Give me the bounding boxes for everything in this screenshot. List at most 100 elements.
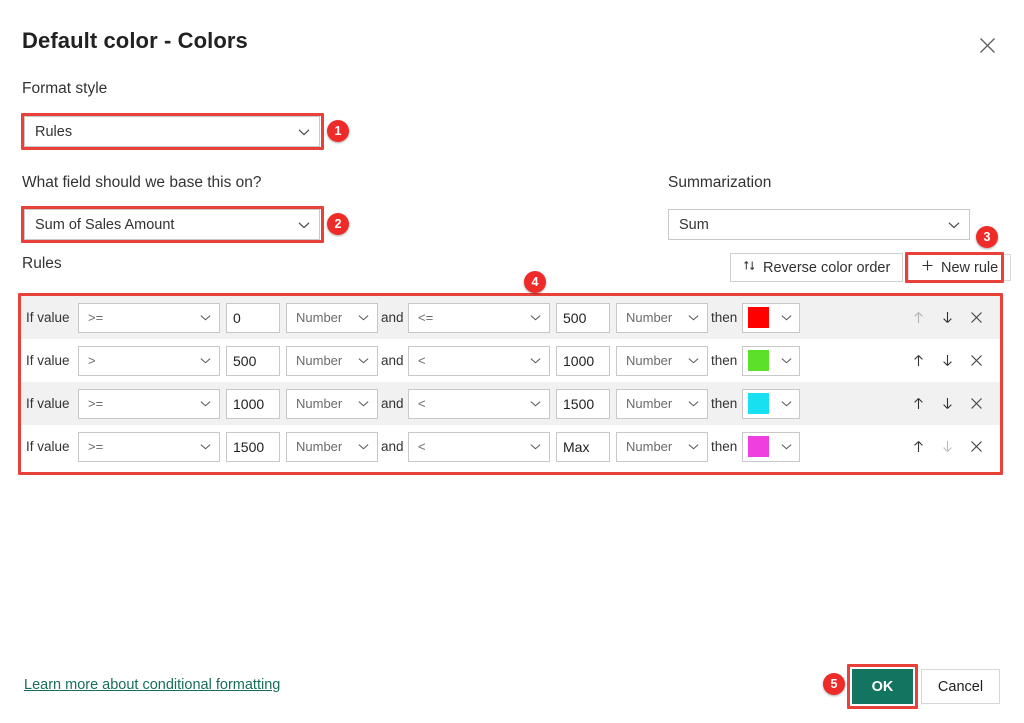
color-swatch	[748, 393, 769, 414]
rule-right-operator-select[interactable]: <	[408, 431, 550, 462]
close-dialog-button[interactable]	[972, 30, 1002, 60]
summarization-select[interactable]: Sum	[668, 209, 970, 240]
annotation-badge-4: 4	[524, 271, 546, 293]
chevron-down-icon	[529, 397, 543, 411]
and-label: and	[381, 310, 404, 325]
rule-row-actions	[911, 353, 1000, 368]
rule-left-type-value: Number	[296, 310, 343, 325]
and-label: and	[381, 439, 404, 454]
plus-icon	[921, 259, 934, 276]
annotation-badge-5: 5	[823, 673, 845, 695]
arrow-down-icon[interactable]	[940, 396, 955, 411]
arrow-up-icon[interactable]	[911, 353, 926, 368]
conditional-formatting-dialog: Default color - Colors Format style Rule…	[0, 0, 1024, 723]
rule-right-type-select[interactable]: Number	[616, 345, 708, 376]
and-label: and	[381, 353, 404, 368]
rule-row: If value >= Number and < Number then	[21, 382, 1000, 425]
rule-right-operator-value: <	[418, 353, 426, 368]
then-label: then	[711, 439, 738, 454]
new-rule-button[interactable]: New rule	[908, 254, 1012, 281]
rule-right-value-input[interactable]	[556, 302, 610, 333]
chevron-down-icon	[687, 354, 701, 368]
rule-right-type-select[interactable]: Number	[616, 388, 708, 419]
base-field-value: Sum of Sales Amount	[35, 216, 175, 233]
chevron-down-icon	[357, 311, 371, 325]
rule-left-type-value: Number	[296, 439, 343, 454]
rules-table: If value >= Number and <= Number then If value >…	[21, 296, 1000, 468]
rule-color-select[interactable]	[742, 431, 800, 462]
rule-left-value-input[interactable]	[226, 302, 280, 333]
close-x-icon[interactable]	[969, 439, 984, 454]
rule-right-type-select[interactable]: Number	[616, 302, 708, 333]
format-style-value: Rules	[35, 123, 73, 140]
rule-row-actions	[911, 439, 1000, 454]
rule-right-value-input[interactable]	[556, 345, 610, 376]
rule-left-type-select[interactable]: Number	[286, 431, 378, 462]
reverse-color-order-button[interactable]: Reverse color order	[730, 253, 904, 282]
rule-left-value-input[interactable]	[226, 345, 280, 376]
rule-right-operator-value: <	[418, 396, 426, 411]
rule-right-type-select[interactable]: Number	[616, 431, 708, 462]
rule-left-type-select[interactable]: Number	[286, 345, 378, 376]
rule-left-type-select[interactable]: Number	[286, 302, 378, 333]
chevron-down-icon	[529, 440, 543, 454]
new-rule-label: New rule	[941, 259, 999, 276]
rule-color-select[interactable]	[742, 345, 800, 376]
learn-more-link[interactable]: Learn more about conditional formatting	[24, 677, 280, 693]
rule-right-operator-value: <=	[418, 310, 434, 325]
rule-left-type-value: Number	[296, 353, 343, 368]
chevron-down-icon	[687, 397, 701, 411]
rule-row-actions	[911, 396, 1000, 411]
chevron-down-icon	[199, 397, 213, 411]
then-label: then	[711, 396, 738, 411]
format-style-label: Format style	[22, 80, 108, 97]
rule-color-select[interactable]	[742, 388, 800, 419]
then-label: then	[711, 310, 738, 325]
chevron-down-icon	[529, 311, 543, 325]
rule-left-value-input[interactable]	[226, 388, 280, 419]
format-style-select[interactable]: Rules	[24, 116, 320, 147]
annotation-badge-2: 2	[327, 213, 349, 235]
rule-right-type-value: Number	[626, 396, 673, 411]
rule-color-select[interactable]	[742, 302, 800, 333]
rule-left-operator-value: >=	[88, 439, 104, 454]
rule-right-operator-select[interactable]: <	[408, 345, 550, 376]
rule-left-type-select[interactable]: Number	[286, 388, 378, 419]
rule-left-value-input[interactable]	[226, 431, 280, 462]
rules-section-label: Rules	[22, 255, 62, 272]
arrow-up-icon[interactable]	[911, 439, 926, 454]
rule-left-operator-select[interactable]: >=	[78, 431, 220, 462]
rule-left-operator-value: >=	[88, 310, 104, 325]
arrow-down-icon	[940, 439, 955, 454]
rule-left-operator-select[interactable]: >=	[78, 302, 220, 333]
arrow-down-icon[interactable]	[940, 353, 955, 368]
cancel-button[interactable]: Cancel	[921, 669, 1000, 704]
chevron-down-icon	[199, 440, 213, 454]
rule-right-value-input[interactable]	[556, 388, 610, 419]
rule-right-operator-select[interactable]: <	[408, 388, 550, 419]
page-title: Default color - Colors	[22, 28, 248, 53]
rule-right-type-value: Number	[626, 439, 673, 454]
base-field-select[interactable]: Sum of Sales Amount	[24, 209, 320, 240]
arrow-up-icon[interactable]	[911, 396, 926, 411]
rule-left-operator-select[interactable]: >	[78, 345, 220, 376]
chevron-down-icon	[687, 440, 701, 454]
close-x-icon[interactable]	[969, 353, 984, 368]
chevron-down-icon	[297, 125, 311, 139]
ok-button[interactable]: OK	[852, 669, 913, 704]
arrow-up-icon	[911, 310, 926, 325]
rule-left-operator-select[interactable]: >=	[78, 388, 220, 419]
reverse-color-order-label: Reverse color order	[763, 259, 891, 276]
color-swatch	[748, 307, 769, 328]
rule-right-operator-value: <	[418, 439, 426, 454]
arrow-down-icon[interactable]	[940, 310, 955, 325]
rule-left-operator-value: >=	[88, 396, 104, 411]
close-x-icon[interactable]	[969, 396, 984, 411]
if-value-label: If value	[26, 396, 70, 411]
chevron-down-icon	[780, 397, 794, 411]
rule-right-operator-select[interactable]: <=	[408, 302, 550, 333]
chevron-down-icon	[947, 218, 961, 232]
color-swatch	[748, 436, 769, 457]
rule-right-value-input[interactable]	[556, 431, 610, 462]
close-x-icon[interactable]	[969, 310, 984, 325]
